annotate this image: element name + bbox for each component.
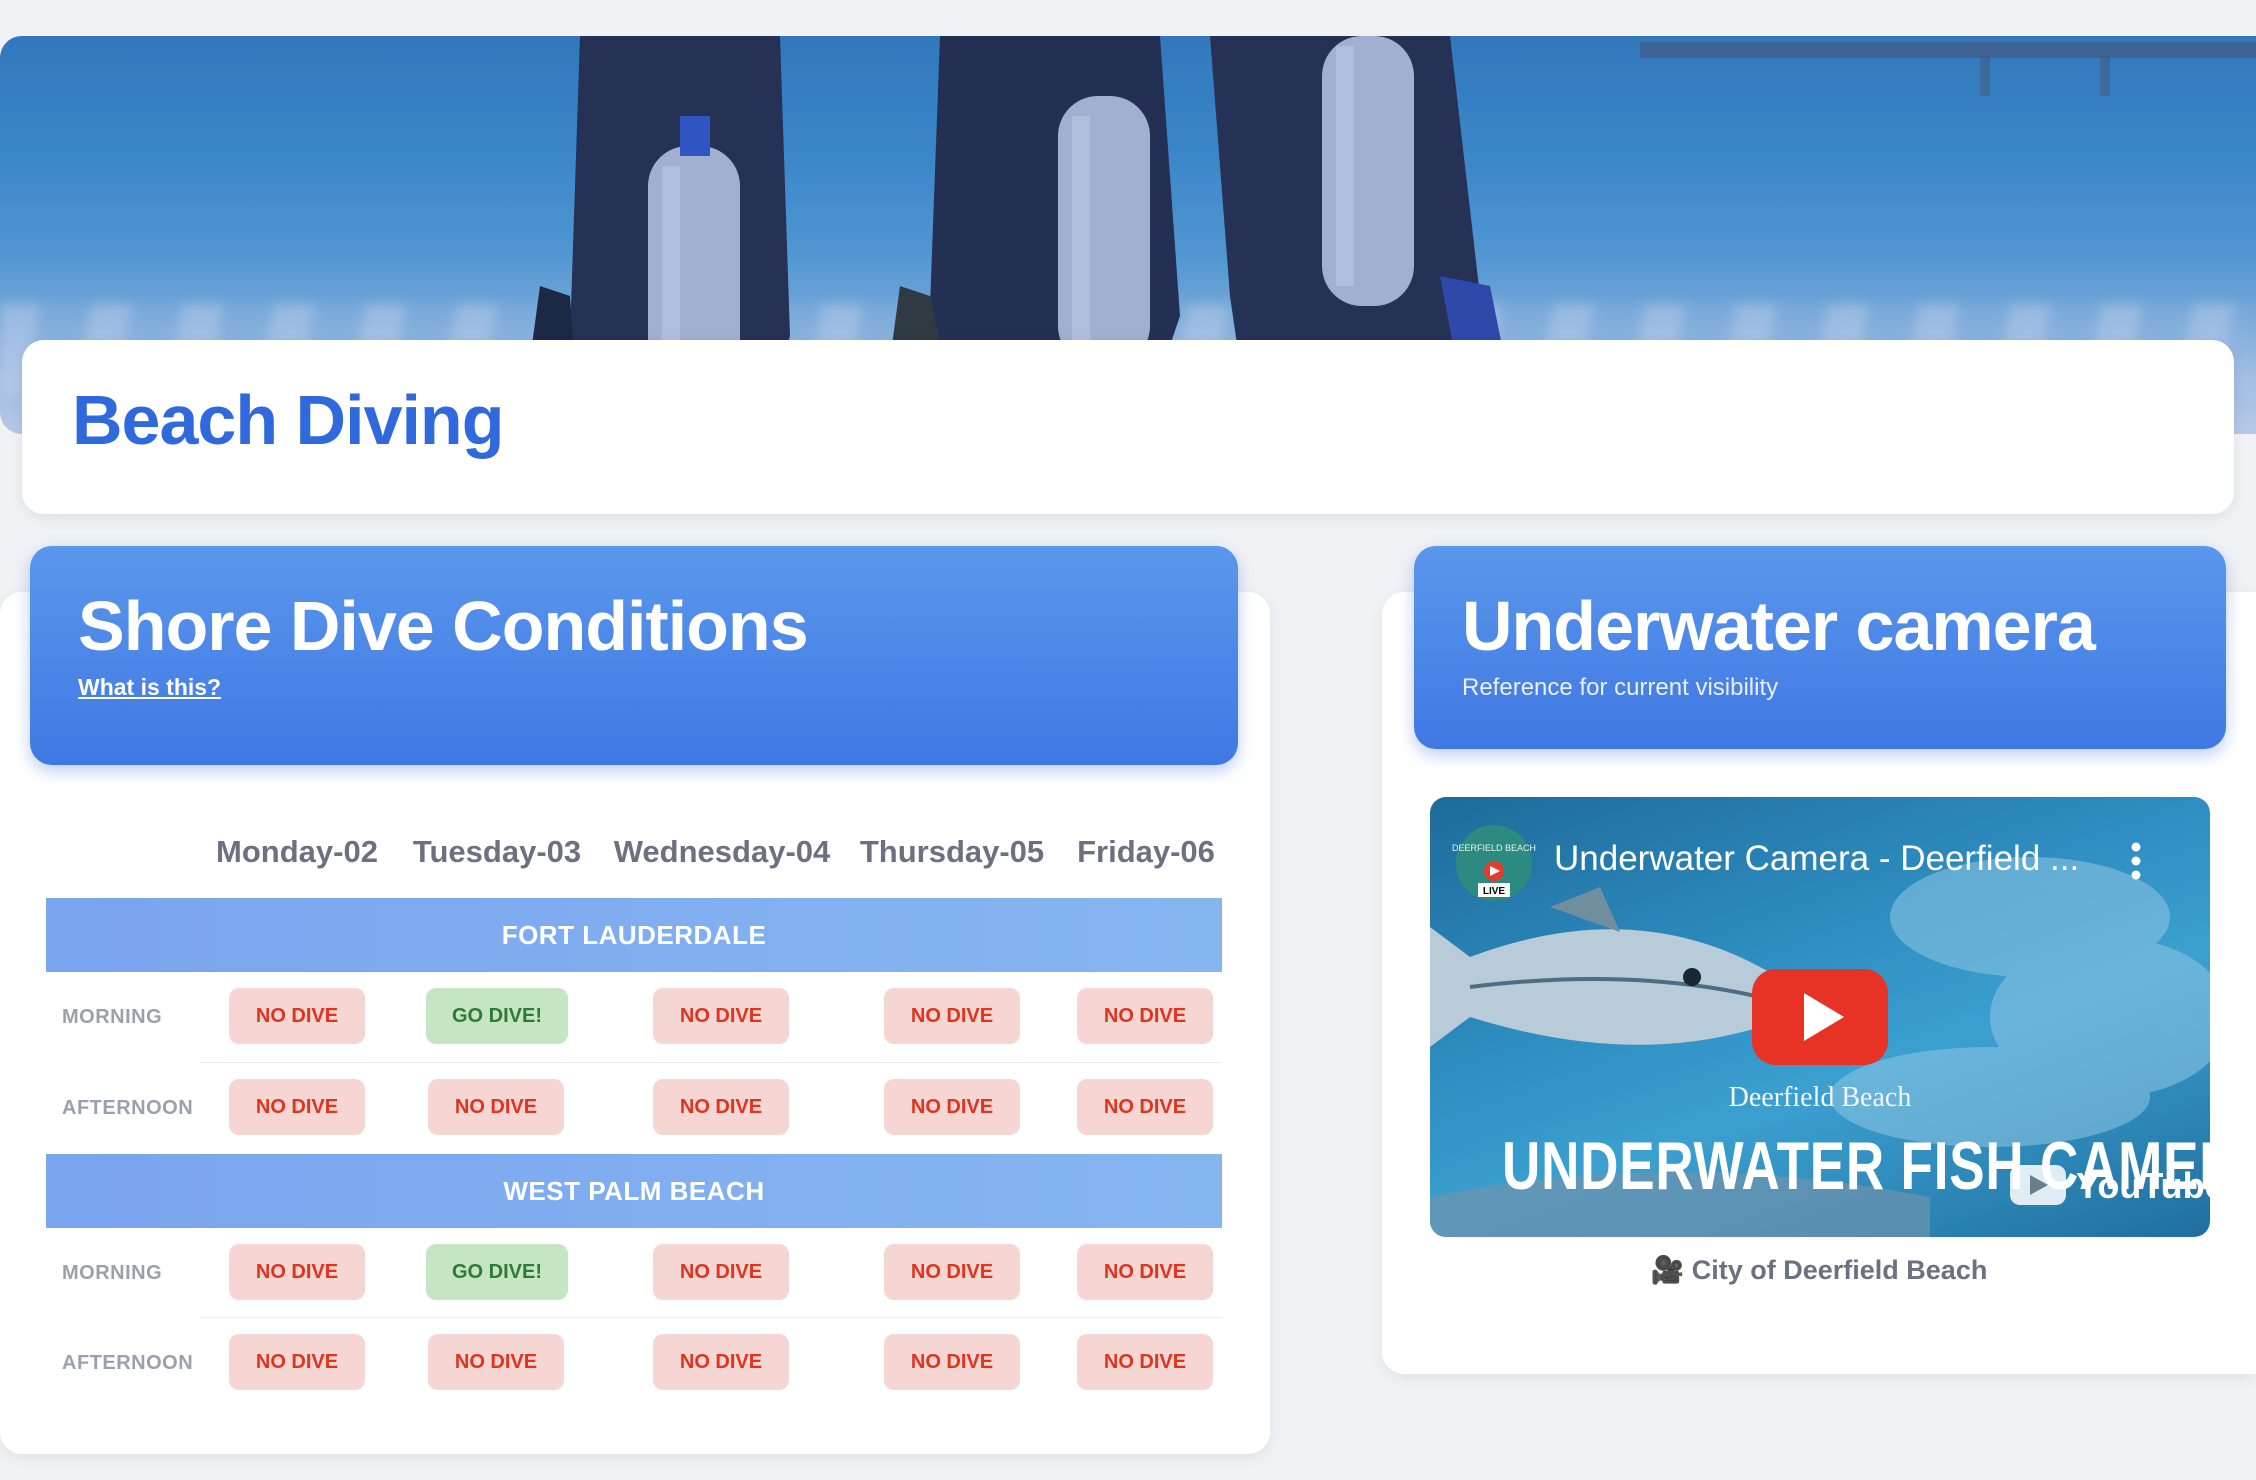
play-button-icon[interactable] <box>1752 969 1888 1065</box>
condition-pill: NO DIVE <box>229 1334 365 1390</box>
more-options-icon[interactable] <box>2131 842 2141 880</box>
day-header: Tuesday-03 <box>412 834 582 869</box>
condition-pill: GO DIVE! <box>426 988 568 1044</box>
condition-pill: NO DIVE <box>1077 1244 1213 1300</box>
row-divider <box>200 1317 1222 1318</box>
youtube-embed[interactable]: DEERFIELD BEACH LIVE Underwater Camera -… <box>1430 797 2210 1237</box>
video-title[interactable]: Underwater Camera - Deerfield ... <box>1554 839 2079 879</box>
camera-caption: 🎥 City of Deerfield Beach <box>1650 1255 1988 1285</box>
day-header: Wednesday-04 <box>613 834 831 869</box>
svg-text:DEERFIELD BEACH: DEERFIELD BEACH <box>1452 843 1536 853</box>
condition-pill: NO DIVE <box>1077 1079 1213 1135</box>
row-label-morning: MORNING <box>62 1006 163 1028</box>
what-is-this-link[interactable]: What is this? <box>78 674 221 701</box>
condition-pill: NO DIVE <box>653 1334 789 1390</box>
condition-pill: NO DIVE <box>653 988 789 1044</box>
condition-pill: NO DIVE <box>884 1244 1020 1300</box>
page-title: Beach Diving <box>72 381 504 459</box>
condition-pill: NO DIVE <box>1077 1334 1213 1390</box>
condition-pill: NO DIVE <box>1077 988 1213 1044</box>
condition-pill: NO DIVE <box>884 988 1020 1044</box>
condition-pill: NO DIVE <box>653 1244 789 1300</box>
camera-subtitle: Reference for current visibility <box>1462 674 1779 701</box>
condition-pill: NO DIVE <box>229 1079 365 1135</box>
row-label-afternoon: AFTERNOON <box>62 1097 194 1119</box>
condition-pill: NO DIVE <box>653 1079 789 1135</box>
region-header-fort-lauderdale: FORT LAUDERDALE <box>46 898 1222 972</box>
conditions-header: Shore Dive Conditions What is this? <box>30 546 1238 765</box>
day-header: Thursday-05 <box>859 834 1045 869</box>
condition-pill: NO DIVE <box>428 1334 564 1390</box>
condition-pill: NO DIVE <box>884 1334 1020 1390</box>
camera-title: Underwater camera <box>1462 587 2096 665</box>
conditions-title: Shore Dive Conditions <box>78 587 809 665</box>
condition-pill: NO DIVE <box>884 1079 1020 1135</box>
page-title-card: Beach Diving <box>22 340 2234 514</box>
region-header-west-palm-beach: WEST PALM BEACH <box>46 1154 1222 1228</box>
condition-pill: NO DIVE <box>428 1079 564 1135</box>
day-header: Friday-06 <box>1077 834 1215 869</box>
row-label-afternoon: AFTERNOON <box>62 1352 194 1374</box>
condition-pill: NO DIVE <box>229 1244 365 1300</box>
camera-header: Underwater camera Reference for current … <box>1414 546 2226 749</box>
row-divider <box>200 1062 1222 1063</box>
svg-text:LIVE: LIVE <box>1483 886 1506 897</box>
thumbnail-brand: Deerfield Beach <box>1728 1082 1912 1113</box>
day-header: Monday-02 <box>216 834 378 869</box>
row-label-morning: MORNING <box>62 1262 163 1284</box>
condition-pill: GO DIVE! <box>426 1244 568 1300</box>
condition-pill: NO DIVE <box>229 988 365 1044</box>
youtube-logo-text: YouTube <box>2076 1165 2210 1206</box>
